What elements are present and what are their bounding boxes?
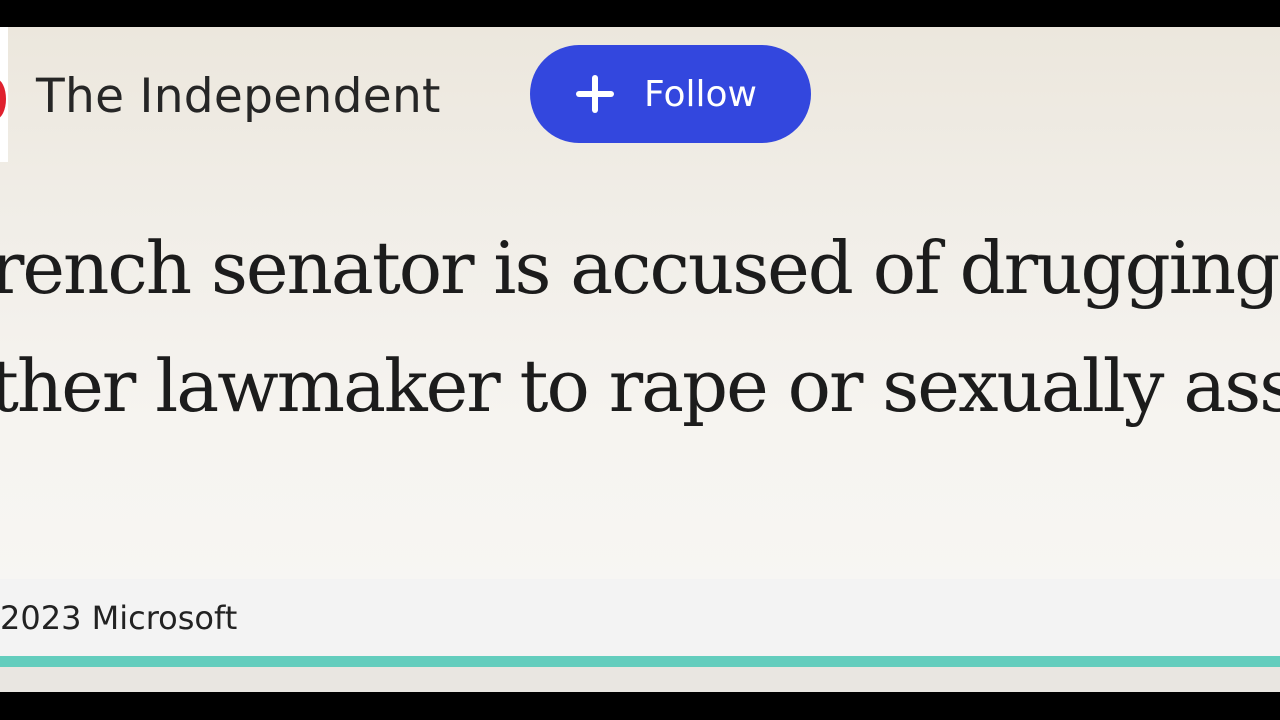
accent-divider (0, 656, 1280, 667)
headline-line-2: ther lawmaker to rape or sexually ass (0, 344, 1280, 428)
follow-button[interactable]: Follow (530, 45, 811, 143)
copyright-text: 2023 Microsoft (0, 599, 238, 637)
browser-page: The Independent Follow rench senator is … (0, 27, 1280, 692)
publisher-logo[interactable] (0, 27, 8, 162)
plus-icon (576, 75, 615, 113)
publisher-logo-icon (0, 79, 6, 119)
letterbox-bottom (0, 692, 1280, 720)
headline-line-1: rench senator is accused of drugging (0, 226, 1280, 310)
lower-strip (0, 667, 1280, 692)
video-frame: The Independent Follow rench senator is … (0, 0, 1280, 720)
letterbox-top (0, 0, 1280, 27)
footer-bar: 2023 Microsoft (0, 579, 1280, 656)
article-headline[interactable]: rench senator is accused of drugging the… (0, 209, 1280, 445)
publisher-name[interactable]: The Independent (36, 65, 441, 129)
follow-button-label: Follow (644, 73, 757, 115)
